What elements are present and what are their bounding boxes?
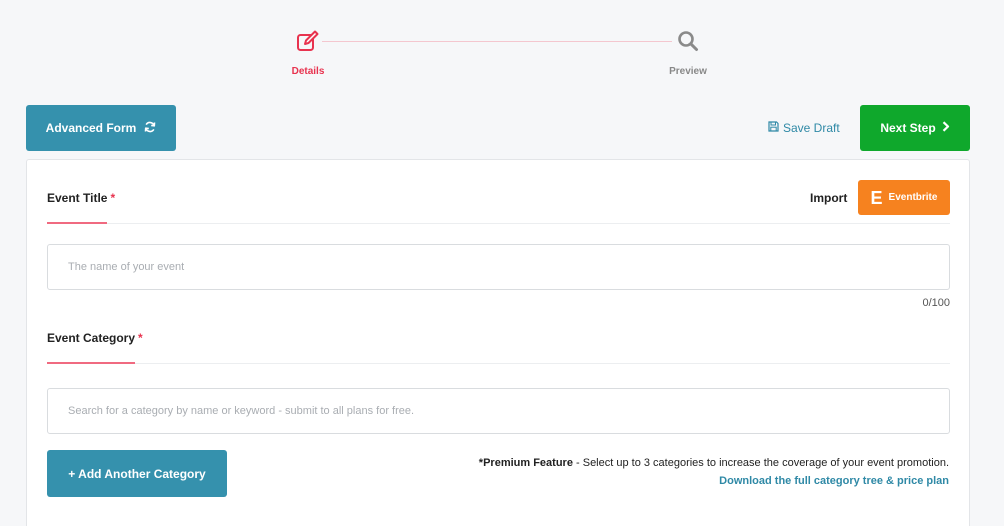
save-draft-link[interactable]: Save Draft [768,121,840,135]
stepper-connector [322,41,672,42]
section-divider [47,223,950,224]
section-divider [47,363,950,364]
edit-icon [268,28,348,54]
premium-feature-note: *Premium Feature - Select up to 3 catego… [479,457,949,469]
step-preview[interactable]: Preview [648,28,728,77]
event-details-card: Event Title* Import E Eventbrite 0/100 E… [26,159,970,526]
add-category-button[interactable]: + Add Another Category [47,450,227,497]
step-details[interactable]: Details [268,28,348,77]
section-divider-accent [47,222,107,224]
search-icon [648,28,728,54]
eventbrite-import-button[interactable]: E Eventbrite [858,180,950,215]
required-mark: * [110,191,116,205]
step-preview-label: Preview [669,66,707,77]
premium-feature-text: - Select up to 3 categories to increase … [572,457,949,469]
required-mark: * [138,331,143,345]
next-step-label: Next Step [880,121,936,135]
eventbrite-label: Eventbrite [888,192,938,203]
event-title-heading: Event Title * [47,191,115,205]
download-category-tree-link[interactable]: Download the full category tree & price … [719,475,949,487]
import-label: Import [810,191,848,205]
save-draft-label: Save Draft [783,121,840,135]
floppy-disk-icon [768,121,779,135]
step-details-label: Details [291,66,325,77]
category-search-input[interactable] [47,388,950,434]
title-char-counter: 0/100 [922,297,950,309]
advanced-form-button[interactable]: Advanced Form [26,105,176,151]
event-title-input[interactable] [47,244,950,290]
eventbrite-logo-icon: E [870,187,883,208]
chevron-right-icon [942,121,950,135]
section-divider-accent [47,362,135,364]
event-title-label: Event Title [47,191,108,205]
event-category-label: Event Category [47,331,136,345]
form-stepper: Details Preview [0,28,1004,88]
premium-feature-strong: *Premium Feature [478,457,573,469]
event-category-heading: Event Category * [47,331,143,345]
refresh-icon [144,121,156,136]
advanced-form-label: Advanced Form [45,121,137,135]
next-step-button[interactable]: Next Step [860,105,970,151]
